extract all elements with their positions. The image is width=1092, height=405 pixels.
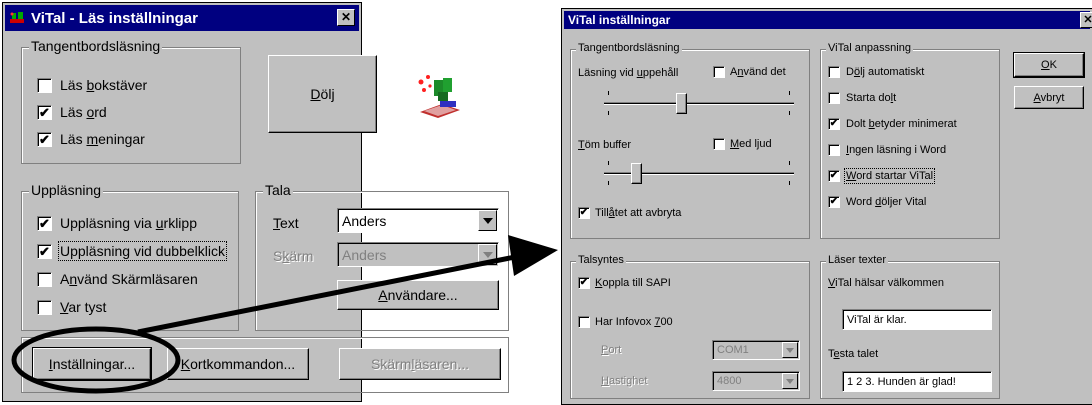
highlight-ellipse	[11, 326, 181, 394]
reading-illustration-icon	[418, 75, 460, 118]
pointer-arrow-shaft	[137, 253, 521, 335]
annotation-overlay	[11, 235, 558, 394]
pointer-arrow-head	[508, 235, 558, 276]
